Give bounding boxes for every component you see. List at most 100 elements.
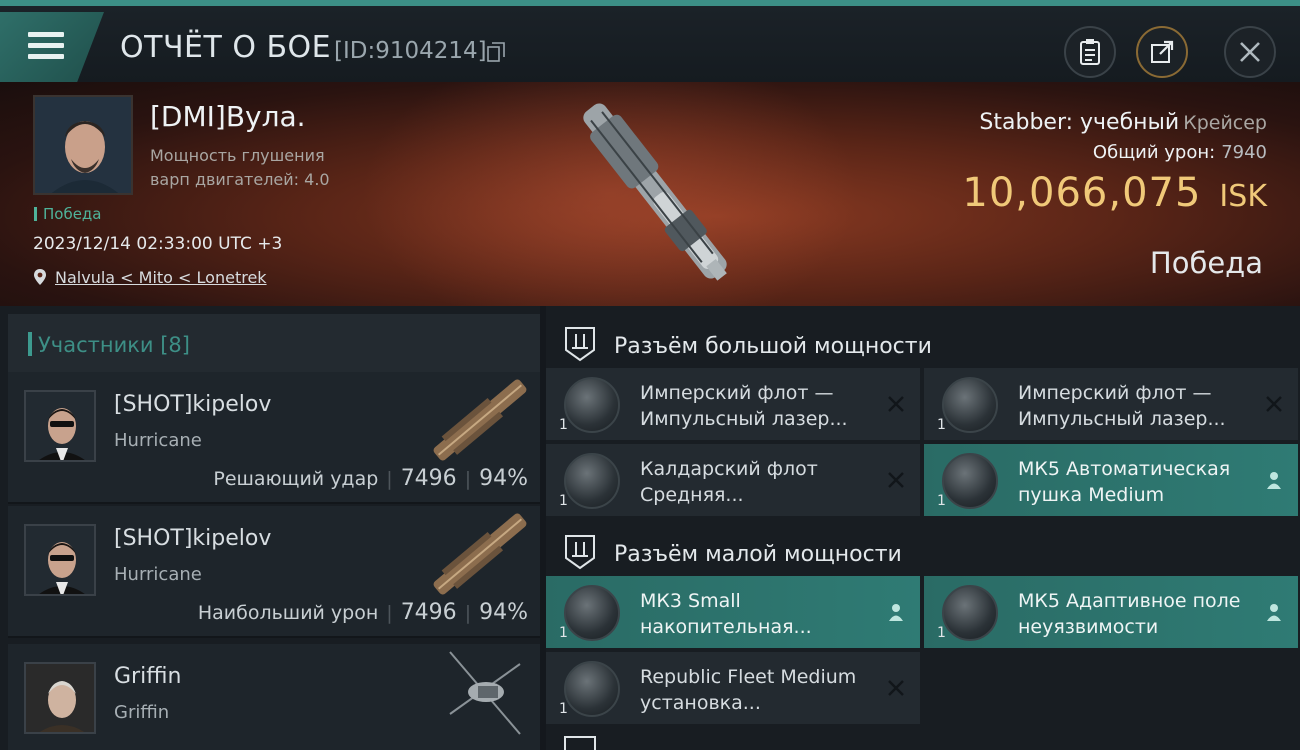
participant-ship: Hurricane <box>114 564 202 585</box>
dropped-person-icon <box>889 604 903 621</box>
location-link[interactable]: Nalvula < Mito < Lonetrek <box>55 268 267 287</box>
participant-stats: Решающий удар | 7496 | 94% <box>213 466 528 491</box>
participant-portrait <box>26 664 94 732</box>
destroyed-icon <box>1266 396 1282 412</box>
module-qty: 1 <box>559 625 568 641</box>
module-name: Имперский флот — Импульсный лазер... <box>640 382 848 430</box>
isk-amount: 10,066,075 <box>962 170 1202 216</box>
module-item[interactable]: 1 Имперский флот — Импульсный лазер... <box>546 368 920 440</box>
module-qty: 1 <box>937 493 946 509</box>
module-item[interactable]: 1 Republic Fleet Medium установка... <box>546 652 920 724</box>
copy-icon[interactable] <box>487 42 505 62</box>
participant-portrait <box>26 526 94 594</box>
participants-title: Участники [8] <box>38 333 190 357</box>
dropped-person-icon <box>1267 472 1281 489</box>
location-pin-icon <box>34 269 46 285</box>
fitting-panel: Разъём большой мощности 1 Имперский флот… <box>546 306 1300 750</box>
participant-avatar <box>24 390 96 462</box>
damage-value: 7940 <box>1221 142 1267 163</box>
menu-icon <box>28 32 64 37</box>
destroyed-icon <box>888 472 904 488</box>
participant-damage: 7496 <box>400 466 457 491</box>
participant-ship-image <box>449 651 521 735</box>
clipboard-button[interactable] <box>1064 26 1116 78</box>
module-item[interactable]: 1 МК5 Автоматическая пушка Medium <box>924 444 1298 516</box>
ship-class: Крейсер <box>1183 112 1267 134</box>
module-icon <box>942 453 998 509</box>
participants-header[interactable]: Участники [8] <box>8 314 540 372</box>
menu-icon-line <box>28 54 64 59</box>
participant-stats: Наибольший урон | 7496 | 94% <box>198 600 528 625</box>
pilot-name[interactable]: [DMI]Вула. <box>150 100 306 133</box>
low-slot-title: Разъём малой мощности <box>614 542 902 567</box>
participant-ship-image <box>433 379 527 461</box>
module-item[interactable]: 1 Имперский флот — Импульсный лазер... <box>924 368 1298 440</box>
report-header: ОТЧЁТ О БОЕ [ID:9104214] <box>0 0 1300 88</box>
next-slot-header-partial <box>564 736 596 750</box>
pilot-stat: Мощность глушения варп двигателей: 4.0 <box>150 146 330 189</box>
pilot-avatar[interactable] <box>33 95 133 195</box>
module-icon <box>942 585 998 641</box>
module-name: Имперский флот — Импульсный лазер... <box>1018 382 1226 430</box>
participant-ship: Griffin <box>114 702 170 723</box>
close-icon <box>1240 42 1260 62</box>
module-name: Republic Fleet Medium установка... <box>640 666 857 714</box>
clipboard-icon <box>1080 39 1100 65</box>
module-qty: 1 <box>559 417 568 433</box>
stats-divider: | <box>386 602 393 624</box>
module-name: МК5 Адаптивное поле неуязвимости <box>1018 590 1241 638</box>
participants-panel: Участники [8] [SHOT]kipelov Hurricane Ре… <box>0 306 540 750</box>
destroyed-icon <box>888 396 904 412</box>
damage-label: Общий урон: <box>1092 142 1216 163</box>
isk-unit: ISK <box>1219 179 1267 214</box>
battle-outcome: Победа <box>1149 246 1263 280</box>
module-icon <box>942 377 998 433</box>
participant-row[interactable]: [SHOT]kipelov Hurricane Наибольший урон |… <box>8 506 540 638</box>
module-item[interactable]: 1 МК5 Адаптивное поле неуязвимости <box>924 576 1298 648</box>
module-icon <box>564 453 620 509</box>
low-slot-icon <box>565 535 595 570</box>
destroyed-icon <box>888 680 904 696</box>
module-qty: 1 <box>937 417 946 433</box>
participant-ship-image <box>433 513 527 595</box>
high-slot-header: Разъём большой мощности <box>546 312 1300 372</box>
module-item[interactable]: 1 МК3 Small накопительная... <box>546 576 920 648</box>
page-title: ОТЧЁТ О БОЕ <box>120 30 332 65</box>
ship-info: Stabber: учебный Крейсер <box>979 110 1267 135</box>
participant-row[interactable]: [SHOT]kipelov Hurricane Решающий удар | 74… <box>8 372 540 504</box>
close-button[interactable] <box>1224 26 1276 78</box>
participant-percent: 94% <box>479 466 528 491</box>
menu-icon-line <box>28 43 64 48</box>
participant-portrait <box>26 392 94 460</box>
total-damage: Общий урон: 7940 <box>1093 142 1267 163</box>
module-name: МК3 Small накопительная... <box>640 590 812 638</box>
stats-divider: | <box>464 468 472 490</box>
participant-name: [SHOT]kipelov <box>114 526 272 551</box>
participant-damage: 7496 <box>400 600 457 625</box>
low-slot-header: Разъём малой мощности <box>546 520 1300 580</box>
participant-avatar <box>24 662 96 734</box>
menu-button[interactable] <box>0 12 104 88</box>
pilot-portrait <box>35 97 131 193</box>
result-badge: Победа <box>34 205 102 223</box>
share-icon <box>1151 40 1174 63</box>
participant-percent: 94% <box>479 600 528 625</box>
module-qty: 1 <box>559 701 568 717</box>
module-icon <box>564 661 620 717</box>
module-icon <box>564 377 620 433</box>
dropped-person-icon <box>1267 604 1281 621</box>
participant-ship: Hurricane <box>114 430 202 451</box>
ship-name: Stabber: учебный <box>979 110 1180 135</box>
share-button[interactable] <box>1136 26 1188 78</box>
module-icon <box>564 585 620 641</box>
high-slot-title: Разъём большой мощности <box>614 334 932 359</box>
participant-row[interactable]: Griffin Griffin <box>8 644 540 750</box>
participant-role: Наибольший урон <box>197 602 379 624</box>
battle-datetime: 2023/12/14 02:33:00 UTC +3 <box>33 234 283 254</box>
victim-ship-image <box>583 103 727 281</box>
isk-value: 10,066,075 ISK <box>962 170 1267 216</box>
participant-name: [SHOT]kipelov <box>114 392 272 417</box>
stats-divider: | <box>386 468 393 490</box>
module-item[interactable]: 1 Калдарский флот Средняя... <box>546 444 920 516</box>
high-slot-icon <box>565 327 595 362</box>
